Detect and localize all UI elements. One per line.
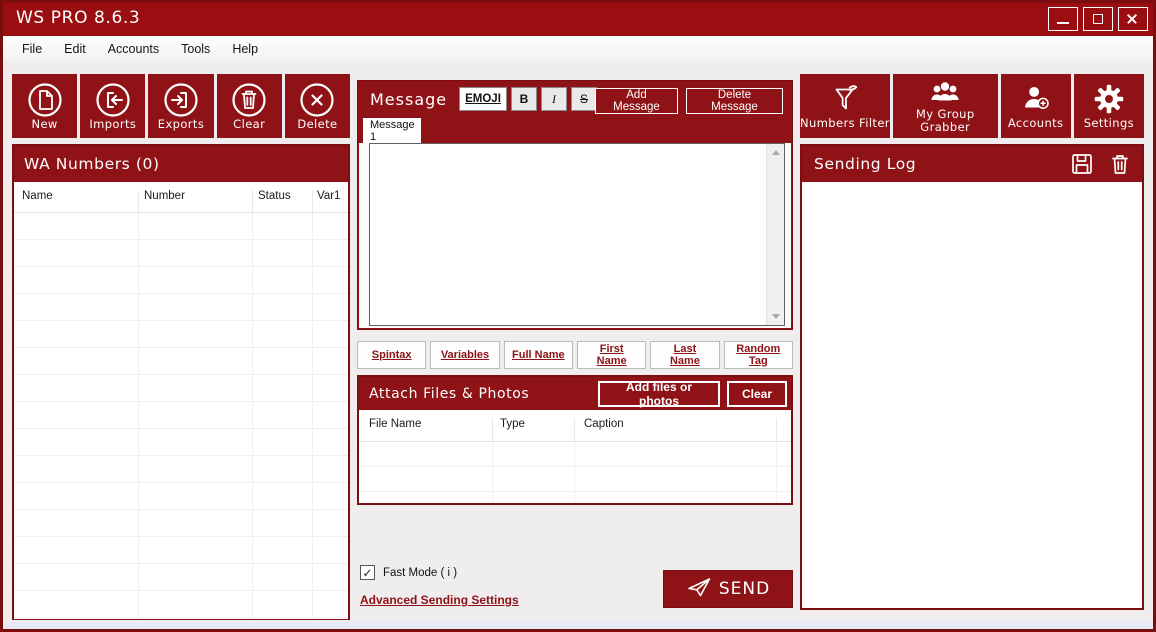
close-button[interactable] — [1118, 7, 1148, 31]
menu-edit[interactable]: Edit — [53, 39, 97, 59]
my-group-grabber-button[interactable]: My Group Grabber — [892, 74, 998, 138]
fast-mode-label: Fast Mode ( i ) — [383, 566, 458, 579]
toolbar-label: New — [31, 117, 58, 131]
add-account-icon — [1018, 81, 1054, 117]
fast-mode-checkbox[interactable]: ✓ — [360, 565, 375, 580]
col-type[interactable]: Type — [500, 418, 525, 430]
maximize-button[interactable] — [1083, 7, 1113, 31]
col-name[interactable]: Name — [22, 190, 53, 202]
menu-help[interactable]: Help — [221, 39, 269, 59]
accounts-button[interactable]: Accounts — [1000, 74, 1071, 138]
add-message-button[interactable]: Add Message — [595, 88, 678, 114]
toolbar-label: Settings — [1083, 116, 1135, 131]
attach-files-table[interactable] — [359, 442, 791, 503]
toolbar-label: My Group Grabber — [915, 106, 975, 134]
delete-button[interactable]: Delete — [284, 74, 351, 138]
wa-numbers-panel: WA Numbers (0) Name Number Status Var1 — [12, 144, 350, 620]
wa-numbers-table[interactable] — [14, 213, 348, 619]
settings-button[interactable]: Settings — [1073, 74, 1144, 138]
message-text-container — [369, 143, 785, 326]
col-number[interactable]: Number — [144, 190, 185, 202]
first-name-button[interactable]: First Name — [576, 341, 647, 369]
gear-icon — [1091, 81, 1127, 117]
save-log-button[interactable] — [1070, 152, 1094, 176]
titlebar: WS PRO 8.6.3 — [0, 0, 1156, 36]
export-icon — [162, 81, 200, 119]
app-title: WS PRO 8.6.3 — [16, 8, 141, 28]
scroll-down-icon[interactable] — [767, 308, 784, 325]
toolbar-label: Imports — [89, 117, 137, 131]
add-files-button[interactable]: Add files or photos — [598, 380, 720, 408]
clear-log-button[interactable] — [1108, 152, 1132, 176]
variable-buttons-row: Spintax Variables Full Name First Name L… — [357, 341, 793, 369]
status-strip — [3, 622, 1153, 629]
paper-plane-icon — [686, 574, 712, 604]
sending-log-title: Sending Log — [814, 155, 917, 173]
attach-files-panel: Attach Files & Photos Add files or photo… — [357, 375, 793, 505]
full-name-button[interactable]: Full Name — [503, 341, 573, 369]
bold-button[interactable]: B — [511, 87, 537, 111]
attach-files-title-text: Attach Files & Photos — [369, 385, 530, 402]
window-controls — [1048, 7, 1148, 31]
clear-trash-icon — [230, 81, 268, 119]
tab-message-1[interactable]: Message 1 — [363, 118, 421, 143]
menu-file[interactable]: File — [11, 39, 53, 59]
attach-files-title: Attach Files & Photos Add files or photo… — [359, 377, 791, 410]
minimize-button[interactable] — [1048, 7, 1078, 31]
import-icon — [94, 81, 132, 119]
toolbar-label: Exports — [157, 117, 205, 131]
filter-funnel-icon — [827, 81, 863, 117]
right-toolbar: Numbers Filter My Group Grabber Accounts — [800, 74, 1144, 138]
imports-button[interactable]: Imports — [80, 74, 146, 138]
random-tag-button[interactable]: Random Tag — [723, 341, 793, 369]
menu-tools[interactable]: Tools — [170, 39, 221, 59]
send-button[interactable]: SEND — [663, 570, 793, 608]
toolbar-label: Clear — [233, 117, 266, 131]
col-status[interactable]: Status — [258, 190, 291, 202]
clear-files-button[interactable]: Clear — [727, 381, 787, 407]
new-button[interactable]: New — [12, 74, 78, 138]
sending-log-list[interactable] — [802, 182, 1142, 608]
sending-log-panel: Sending Log — [800, 144, 1144, 610]
menu-accounts[interactable]: Accounts — [97, 39, 170, 59]
group-people-icon — [925, 78, 965, 108]
wa-numbers-column-header: Name Number Status Var1 — [14, 182, 348, 213]
exports-button[interactable]: Exports — [148, 74, 214, 138]
wa-numbers-title: WA Numbers (0) — [14, 146, 348, 182]
col-file-name[interactable]: File Name — [369, 418, 421, 430]
italic-button[interactable]: I — [541, 87, 567, 111]
col-caption[interactable]: Caption — [584, 418, 624, 430]
scroll-up-icon[interactable] — [767, 144, 784, 161]
message-textarea[interactable] — [370, 144, 766, 325]
message-scrollbar[interactable] — [766, 144, 784, 325]
minimize-icon — [1057, 22, 1069, 24]
send-label: SEND — [718, 579, 771, 599]
col-var1[interactable]: Var1 — [317, 190, 340, 202]
message-title: Message — [370, 90, 448, 109]
toolbar-label: Delete — [297, 117, 338, 131]
toolbar-label: Accounts — [1007, 116, 1064, 131]
attach-files-column-header: File Name Type Caption — [359, 410, 791, 442]
sending-log-actions — [1070, 152, 1132, 176]
fast-mode-toggle[interactable]: ✓ Fast Mode ( i ) — [360, 565, 457, 580]
numbers-filter-button[interactable]: Numbers Filter — [800, 74, 890, 138]
message-body — [359, 143, 791, 328]
delete-message-button[interactable]: Delete Message — [686, 88, 783, 114]
left-toolbar: New Imports Exports Clear Delete — [12, 74, 351, 138]
menubar: File Edit Accounts Tools Help — [3, 36, 1153, 61]
sending-log-header: Sending Log — [802, 146, 1142, 182]
last-name-button[interactable]: Last Name — [650, 341, 720, 369]
check-icon: ✓ — [362, 565, 373, 580]
advanced-sending-settings-link[interactable]: Advanced Sending Settings — [360, 593, 519, 607]
new-document-icon — [26, 81, 64, 119]
strikethrough-button[interactable]: S — [571, 87, 597, 111]
spintax-button[interactable]: Spintax — [357, 341, 427, 369]
delete-x-icon — [298, 81, 336, 119]
emoji-button[interactable]: EMOJI — [459, 87, 507, 111]
message-panel: Message EMOJI B I S Add Message Delete M… — [357, 80, 793, 330]
variables-button[interactable]: Variables — [430, 341, 500, 369]
toolbar-label: Numbers Filter — [800, 116, 890, 131]
maximize-icon — [1093, 14, 1103, 24]
clear-button[interactable]: Clear — [216, 74, 282, 138]
